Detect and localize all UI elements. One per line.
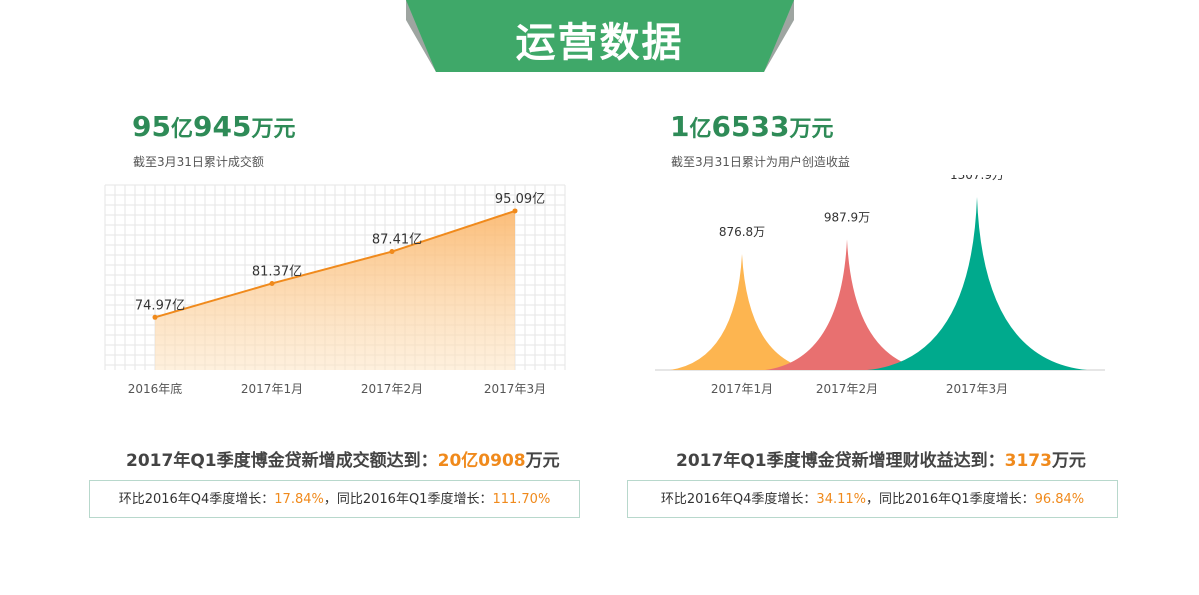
earnings-growth-box: 环比2016年Q4季度增长：34.11%，同比2016年Q1季度增长：96.84… xyxy=(627,480,1118,518)
data-label-2: 87.41亿 xyxy=(372,233,422,248)
earnings-peak-chart: 876.8万 987.9万 1307.9万 2017年1月 2017年2月 2017年3月 xyxy=(655,175,1105,396)
data-label-1: 81.37亿 xyxy=(252,264,302,279)
x-tick-label-0: 2017年1月 xyxy=(711,382,773,396)
x-tick-label-2: 2017年3月 xyxy=(946,382,1008,396)
x-tick-label-1: 2017年2月 xyxy=(816,382,878,396)
volume-area-chart: 74.97亿 81.37亿 87.41亿 95.09亿 2016年底 2017年1月 201… xyxy=(104,184,566,396)
x-tick-label-1: 2017年1月 xyxy=(241,382,303,396)
data-point-1 xyxy=(269,280,275,286)
volume-growth-box: 环比2016年Q4季度增长：17.84%，同比2016年Q1季度增长：111.7… xyxy=(89,480,580,518)
peak-label-2: 1307.9万 xyxy=(950,175,1004,182)
peak-label-0: 876.8万 xyxy=(719,225,765,239)
data-point-0 xyxy=(152,314,158,320)
total-volume-caption: 截至3月31日累计成交额 xyxy=(133,155,264,169)
earnings-summary: 2017年Q1季度博金贷新增理财收益达到：3173万元 xyxy=(676,451,1086,471)
page-title: 运营数据 xyxy=(515,20,684,66)
total-earnings-caption: 截至3月31日累计为用户创造收益 xyxy=(671,155,850,169)
total-volume-figure: 95亿945万元 xyxy=(132,110,296,143)
data-label-0: 74.97亿 xyxy=(135,298,185,313)
total-earnings-figure: 1亿6533万元 xyxy=(670,110,834,143)
x-tick-label-3: 2017年3月 xyxy=(484,382,546,396)
data-point-3 xyxy=(512,208,518,214)
x-tick-label-0: 2016年底 xyxy=(128,381,183,396)
x-tick-label-2: 2017年2月 xyxy=(361,382,423,396)
data-point-2 xyxy=(389,249,395,255)
peak-1 xyxy=(765,239,929,370)
volume-summary: 2017年Q1季度博金贷新增成交额达到：20亿0908万元 xyxy=(126,451,560,471)
peak-2 xyxy=(867,197,1087,370)
peak-0 xyxy=(670,254,814,370)
data-label-3: 95.09亿 xyxy=(495,192,545,207)
peak-label-1: 987.9万 xyxy=(824,210,870,224)
